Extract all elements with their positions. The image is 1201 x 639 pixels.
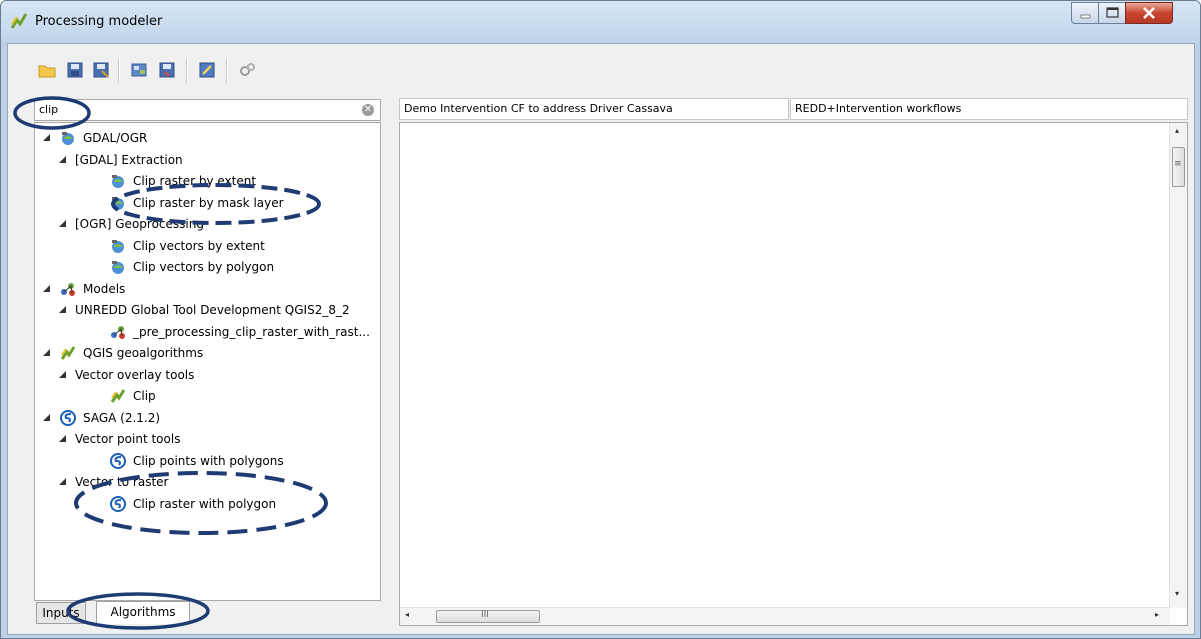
algorithm-item[interactable]: _pre_processing_clip_raster_with_rast... (109, 321, 370, 343)
expand-arrow-icon[interactable] (41, 347, 53, 359)
model-group-field[interactable]: REDD+Intervention workflows (790, 98, 1188, 120)
tree-item-label: Vector point tools (75, 432, 181, 446)
run-gears-icon[interactable] (236, 59, 258, 81)
algorithm-tree[interactable]: GDAL/OGR [GDAL] Extraction Clip raster by … (34, 122, 381, 601)
expand-arrow-icon[interactable] (57, 433, 69, 445)
vertical-scrollbar[interactable]: ▴ ≡ ▾ (1169, 123, 1187, 608)
export-image-icon[interactable] (128, 59, 150, 81)
maximize-button[interactable] (1098, 2, 1127, 24)
algorithm-item[interactable]: Clip raster by extent (109, 170, 256, 192)
horizontal-scrollbar[interactable]: ◂ III ▸ (400, 607, 1170, 625)
tree-item-label: Clip vectors by extent (133, 238, 265, 253)
expand-arrow-icon[interactable] (41, 132, 53, 144)
tree-group[interactable]: UNREDD Global Tool Development QGIS2_8_2 (57, 299, 350, 321)
export-python-icon[interactable] (156, 59, 178, 81)
algorithm-item[interactable]: Clip raster by mask layer (109, 192, 284, 214)
close-button[interactable] (1125, 2, 1173, 24)
expand-arrow-icon[interactable] (57, 218, 69, 230)
vertical-thumb-grip: ≡ (1174, 159, 1182, 169)
tree-item-label: Clip (133, 389, 156, 403)
tree-item-label: Vector overlay tools (75, 367, 195, 382)
tree-group[interactable]: SAGA (2.1.2) (41, 407, 160, 429)
vertical-scroll-thumb[interactable]: ≡ (1172, 147, 1185, 187)
tree-group[interactable]: Vector to raster (57, 471, 168, 493)
tree-item-label: QGIS geoalgorithms (83, 346, 204, 360)
edit-help-icon[interactable] (196, 59, 218, 81)
tree-group[interactable]: Vector overlay tools (57, 364, 194, 386)
gdal-icon (59, 129, 77, 147)
gdal-icon (109, 172, 127, 190)
horizontal-scroll-thumb[interactable]: III (436, 610, 540, 623)
folder-open-icon[interactable] (36, 59, 58, 81)
saga-icon (109, 495, 127, 513)
algorithm-search-box[interactable]: ✕ (34, 99, 381, 121)
tree-group[interactable]: Models (41, 278, 125, 300)
algorithm-item[interactable]: Clip raster with polygon (109, 493, 276, 515)
gdal-icon (109, 237, 127, 255)
tab-inputs[interactable]: Inputs (36, 602, 86, 624)
gdal-icon (109, 194, 127, 212)
tree-item-label: Clip raster by extent (133, 174, 257, 188)
tree-item-label: Vector to raster (75, 475, 169, 489)
qgis-app-icon (9, 11, 29, 31)
gdal-icon (109, 258, 127, 276)
scroll-left-arrow[interactable]: ◂ (405, 610, 409, 619)
saga-icon (59, 409, 77, 427)
expand-arrow-icon[interactable] (57, 154, 69, 166)
tree-group[interactable]: GDAL/OGR (41, 127, 147, 149)
scroll-up-arrow[interactable]: ▴ (1175, 126, 1179, 135)
algorithm-item[interactable]: Clip vectors by polygon (109, 256, 274, 278)
horizontal-thumb-grip: III (481, 610, 489, 620)
title-bar[interactable]: Processing modeler (1, 1, 1200, 43)
tree-group[interactable]: [GDAL] Extraction (57, 149, 183, 171)
model-name-field[interactable]: Demo Intervention CF to address Driver C… (399, 98, 789, 120)
expand-arrow-icon[interactable] (57, 369, 69, 381)
tree-item-label: Clip raster by mask layer (133, 195, 284, 210)
processing-modeler-window: Processing modeler clip ✕ GDAL/OGR [GDAL… (0, 0, 1201, 639)
expand-arrow-icon[interactable] (57, 476, 69, 488)
toolbar (8, 44, 1194, 92)
qgis-icon (59, 344, 77, 362)
save-icon[interactable] (64, 59, 86, 81)
qgis-icon (109, 387, 127, 405)
scroll-down-arrow[interactable]: ▾ (1175, 589, 1179, 598)
algorithm-item[interactable]: Clip points with polygons (109, 450, 284, 472)
save-as-icon[interactable] (90, 59, 112, 81)
window-title: Processing modeler (35, 14, 163, 29)
tree-item-label: Clip raster with polygon (133, 496, 277, 511)
tree-item-label: SAGA (2.1.2) (83, 410, 161, 425)
algorithm-item[interactable]: Clip (109, 385, 156, 407)
expand-arrow-icon[interactable] (57, 304, 69, 316)
tree-item-label: GDAL/OGR (83, 131, 148, 145)
tree-item-label: UNREDD Global Tool Development QGIS2_8_2 (75, 303, 350, 317)
tab-algorithms[interactable]: Algorithms (96, 601, 190, 624)
tree-item-label: _pre_processing_clip_raster_with_rast... (133, 324, 370, 339)
tree-item-label: Models (83, 281, 126, 296)
model-canvas[interactable]: ▴ ≡ ▾ ◂ III ▸ (399, 122, 1188, 626)
tree-item-label: [OGR] Geoprocessing (75, 217, 204, 231)
tree-item-label: Clip vectors by polygon (133, 260, 275, 274)
models-icon (109, 323, 127, 341)
models-icon (59, 280, 77, 298)
search-input[interactable] (39, 101, 349, 117)
modeler-client-area: ✕ GDAL/OGR [GDAL] Extraction Clip raster b… (7, 43, 1195, 635)
expand-arrow-icon[interactable] (41, 412, 53, 424)
algorithm-item[interactable]: Clip vectors by extent (109, 235, 265, 257)
tree-group[interactable]: QGIS geoalgorithms (41, 342, 203, 364)
clear-search-icon[interactable]: ✕ (362, 104, 374, 116)
expand-arrow-icon[interactable] (41, 283, 53, 295)
tree-item-label: [GDAL] Extraction (75, 152, 183, 167)
minimize-button[interactable] (1071, 2, 1100, 24)
scroll-right-arrow[interactable]: ▸ (1155, 610, 1159, 619)
tree-item-label: Clip points with polygons (133, 453, 284, 468)
tree-group[interactable]: Vector point tools (57, 428, 180, 450)
saga-icon (109, 452, 127, 470)
tree-group[interactable]: [OGR] Geoprocessing (57, 213, 204, 235)
